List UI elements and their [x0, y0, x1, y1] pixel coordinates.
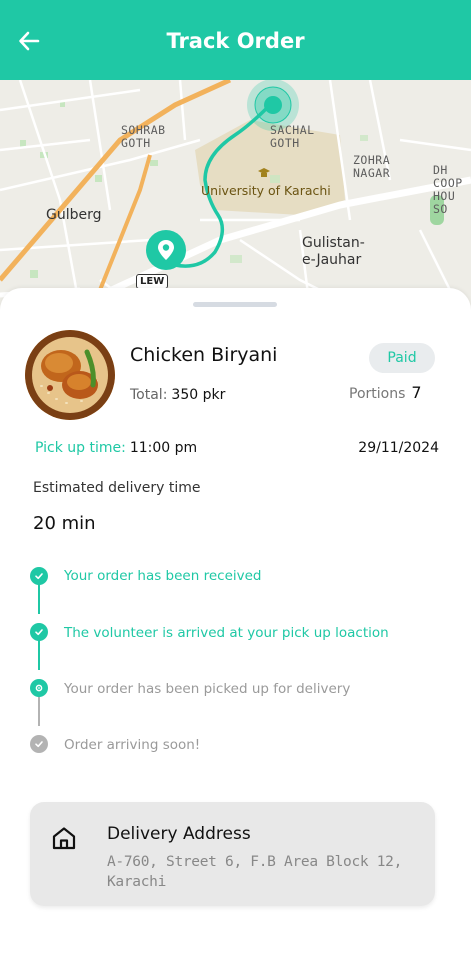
- app-header: Track Order: [0, 0, 471, 80]
- portions-label: Portions: [349, 386, 406, 402]
- portions-value: 7: [411, 383, 422, 402]
- pickup-time: Pick up time: 11:00 pm: [35, 440, 197, 456]
- progress-icon: [30, 679, 48, 697]
- address-title: Delivery Address: [107, 824, 251, 844]
- total-price: Total: 350 pkr: [130, 387, 225, 403]
- pickup-pin-icon[interactable]: [146, 230, 186, 270]
- check-icon: [30, 567, 48, 585]
- pickup-value: 11:00 pm: [129, 440, 198, 456]
- map-label-gulberg: Gulberg: [46, 207, 102, 223]
- delivery-address-card[interactable]: Delivery Address A-760, Street 6, F.B Ar…: [30, 802, 435, 906]
- estimated-delivery-label: Estimated delivery time: [33, 480, 201, 496]
- map-label-gulistan: Gulistan- e-Jauhar: [302, 235, 365, 268]
- address-text: A-760, Street 6, F.B Area Block 12, Kara…: [107, 854, 403, 890]
- total-value: 350 pkr: [171, 387, 226, 403]
- route-map[interactable]: SOHRAB GOTH SACHAL GOTH ZOHRA NAGAR DH C…: [0, 80, 471, 310]
- pickup-label: Pick up time:: [35, 440, 126, 456]
- timeline-step: The volunteer is arrived at your pick up…: [64, 625, 389, 641]
- map-label-zohra-nagar: ZOHRA NAGAR: [353, 153, 391, 180]
- map-label-sohrab-goth: SOHRAB GOTH: [121, 123, 166, 150]
- map-label-dhoop: DH COOP HOU SO: [433, 163, 463, 216]
- map-label-university: University of Karachi: [201, 183, 331, 198]
- check-icon: [30, 735, 48, 753]
- total-label: Total:: [130, 387, 168, 403]
- estimated-delivery-value: 20 min: [33, 513, 96, 534]
- check-icon: [30, 623, 48, 641]
- timeline-step: Your order has been received: [64, 568, 262, 584]
- timeline-step: Your order has been picked up for delive…: [64, 681, 351, 697]
- page-title: Track Order: [166, 29, 305, 53]
- item-name: Chicken Biryani: [130, 344, 278, 366]
- order-timeline: Your order has been received The volunte…: [0, 558, 471, 758]
- status-badge: Paid: [369, 343, 435, 373]
- food-image: [25, 330, 115, 420]
- portions: Portions 7: [349, 383, 422, 402]
- drag-handle[interactable]: [193, 302, 277, 307]
- order-date: 29/11/2024: [358, 440, 439, 456]
- timeline-step: Order arriving soon!: [64, 737, 201, 753]
- road-shield: LEW: [136, 274, 169, 289]
- map-label-sachal-goth: SACHAL GOTH: [270, 123, 315, 150]
- order-details-sheet: Chicken Biryani Total: 350 pkr Paid Porti…: [0, 288, 471, 975]
- home-icon: [50, 824, 78, 852]
